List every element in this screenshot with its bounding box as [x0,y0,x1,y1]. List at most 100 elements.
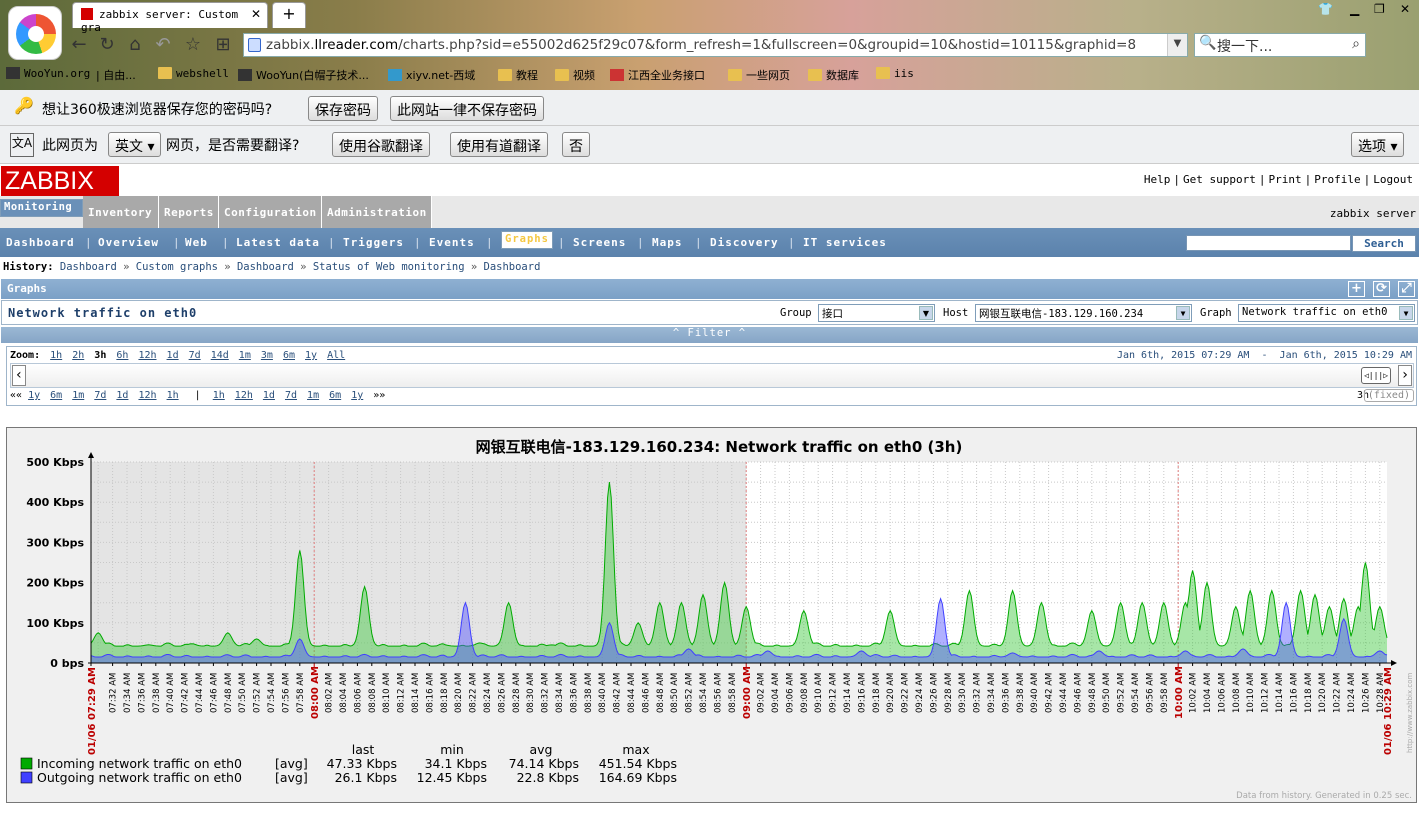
nav-fwd-link[interactable]: 6m [329,390,341,401]
profile-link[interactable]: Profile [1314,173,1360,186]
scroll-left-button[interactable]: ‹ [12,365,26,386]
bookmark-item[interactable]: 视频 [555,67,595,83]
fullscreen-icon[interactable]: ⤢ [1398,281,1415,297]
bookmark-item[interactable]: iis [876,67,914,80]
nav-fwd-link[interactable]: 1y [351,390,363,401]
menu-administration[interactable]: Administration [322,196,432,228]
browser-search-input[interactable]: 🔍 搜一下... ⌕ [1194,33,1366,57]
zoom-link[interactable]: 1h [50,350,62,361]
menu-configuration[interactable]: Configuration [219,196,322,228]
google-translate-button[interactable]: 使用谷歌翻译 [332,132,430,157]
nav-fwd-link[interactable]: 1m [307,390,319,401]
menu-monitoring[interactable]: Monitoring [0,199,83,217]
nav-back-link[interactable]: 1y [28,390,40,401]
youdao-translate-button[interactable]: 使用有道翻译 [450,132,548,157]
browser-tab[interactable]: zabbix server: Custom gra ✕ [72,2,268,34]
refresh-icon[interactable]: ⟳ [1373,281,1390,297]
submenu-graphs[interactable]: Graphs [501,231,553,249]
nav-back-link[interactable]: 1d [116,390,128,401]
history-link[interactable]: Dashboard [237,261,294,273]
zoom-link[interactable]: 1d [167,350,179,361]
filter-toggle[interactable]: ^ Filter ^ [1,327,1418,343]
undo-icon[interactable]: ↶ [152,34,174,56]
menu-reports[interactable]: Reports [159,196,219,228]
nav-fwd-link[interactable]: 7d [285,390,297,401]
grid-icon[interactable]: ⊞ [212,34,234,56]
zoom-link[interactable]: 14d [211,350,229,361]
zabbix-logo[interactable]: ZABBIX [1,166,119,196]
nav-fwd-link[interactable]: 1d [263,390,275,401]
bookmark-item[interactable]: xiyv.net-西域 [388,67,475,83]
language-select[interactable]: 英文 ▾ [108,132,162,157]
skin-icon[interactable]: 👕 [1318,2,1333,16]
bookmark-item[interactable]: 江西全业务接口 [610,67,705,83]
history-link[interactable]: Status of Web monitoring [313,261,465,273]
nav-back-link[interactable]: 1h [167,390,179,401]
scroll-right-button[interactable]: › [1398,365,1412,386]
scroll-thumb[interactable]: ◁|||▷ [1361,367,1391,384]
submenu-triggers[interactable]: Triggers [343,236,404,249]
close-tab-icon[interactable]: ✕ [251,7,261,21]
nav-fwd-link[interactable]: 12h [235,390,253,401]
zoom-link[interactable]: 1y [305,350,317,361]
add-to-favorites-icon[interactable]: + [1348,281,1365,297]
bookmark-item[interactable]: webshell [158,67,229,80]
search-engine-icon[interactable]: 🔍 [1199,35,1216,51]
menu-inventory[interactable]: Inventory [83,196,159,228]
address-bar[interactable]: zabbix.llreader.com/charts.php?sid=e5500… [243,33,1188,57]
logout-link[interactable]: Logout [1373,173,1413,186]
nav-back-link[interactable]: 6m [50,390,62,401]
home-icon[interactable]: ⌂ [124,34,146,56]
bookmark-item[interactable]: 教程 [498,67,538,83]
url-dropdown-icon[interactable]: ▼ [1167,34,1187,56]
zoom-link[interactable]: 7d [189,350,201,361]
zoom-link[interactable]: 12h [138,350,156,361]
new-tab-button[interactable]: + [272,2,306,28]
host-select[interactable]: 网银互联电信-183.129.160.234 ▼ [975,304,1192,322]
submenu-discovery[interactable]: Discovery [710,236,779,249]
search-icon[interactable]: ⌕ [1352,36,1360,52]
back-icon[interactable]: ← [68,34,90,56]
maximize-icon[interactable]: ❐ [1374,2,1385,16]
zoom-link[interactable]: 2h [72,350,84,361]
fixed-toggle[interactable]: (fixed) [1363,389,1414,402]
submenu-overview[interactable]: Overview [98,236,159,249]
submenu-screens[interactable]: Screens [573,236,626,249]
zabbix-search-input[interactable] [1186,235,1351,251]
submenu-it-services[interactable]: IT services [803,236,887,249]
save-password-button[interactable]: 保存密码 [308,96,378,121]
bookmark-item[interactable]: WooYun(白帽子技术... [238,67,369,83]
group-select[interactable]: 接口 ▼ [818,304,935,322]
zabbix-search-button[interactable]: Search [1352,235,1416,252]
browser-logo[interactable] [8,6,62,60]
nav-back-link[interactable]: 1m [72,390,84,401]
zoom-link[interactable]: 1m [239,350,251,361]
bookmark-item[interactable]: | 自由... [96,67,136,83]
submenu-latest-data[interactable]: Latest data [236,236,320,249]
zoom-link[interactable]: 6m [283,350,295,361]
zoom-link[interactable]: 6h [116,350,128,361]
bookmark-item[interactable]: WooYun.org [6,67,90,80]
history-link[interactable]: Dashboard [484,261,541,273]
get-support-link[interactable]: Get support [1183,173,1256,186]
nav-fwd-link[interactable]: 1h [213,390,225,401]
nav-back-link[interactable]: 7d [94,390,106,401]
print-link[interactable]: Print [1269,173,1302,186]
graph-select[interactable]: Network traffic on eth0 ▼ [1238,304,1415,322]
submenu-events[interactable]: Events [429,236,475,249]
never-save-password-button[interactable]: 此网站一律不保存密码 [390,96,544,121]
submenu-dashboard[interactable]: Dashboard [6,236,75,249]
translate-options-button[interactable]: 选项 ▾ [1351,132,1405,157]
bookmark-item[interactable]: 一些网页 [728,67,790,83]
close-window-icon[interactable]: ✕ [1400,2,1410,16]
reload-icon[interactable]: ↻ [96,34,118,56]
help-link[interactable]: Help [1144,173,1171,186]
submenu-web[interactable]: Web [185,236,208,249]
time-scrollbar[interactable]: ‹ ◁|||▷ › [10,363,1414,388]
nav-back-link[interactable]: 12h [138,390,156,401]
bookmark-item[interactable]: 数据库 [808,67,859,83]
no-translate-button[interactable]: 否 [562,132,590,157]
zoom-link[interactable]: 3m [261,350,273,361]
submenu-maps[interactable]: Maps [652,236,683,249]
history-link[interactable]: Custom graphs [136,261,218,273]
